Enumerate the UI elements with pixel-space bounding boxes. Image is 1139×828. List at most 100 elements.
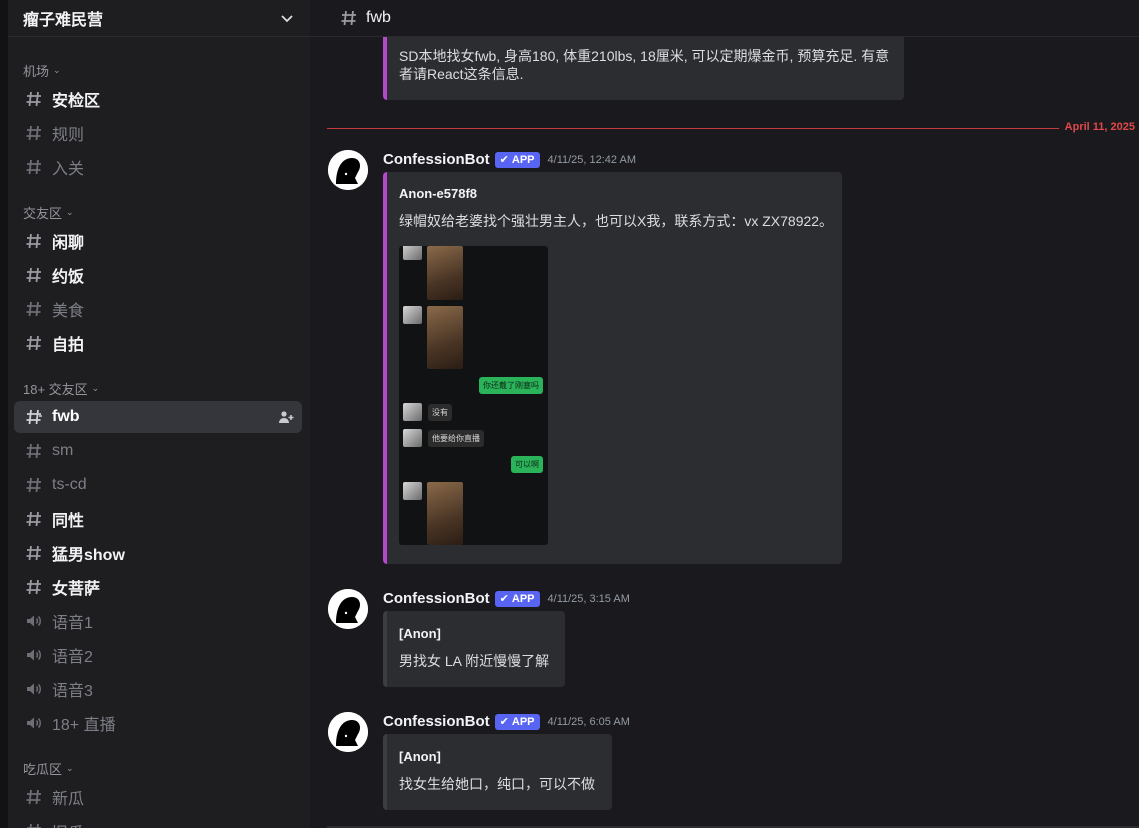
channel-fwb[interactable]: fwb — [14, 401, 302, 433]
channel-label: 美食 — [52, 303, 85, 320]
username[interactable]: ConfessionBot — [383, 590, 490, 607]
channel-label: 旧瓜 — [52, 819, 84, 828]
embed-image[interactable]: 你还戴了刚塞吗 没有 他要给你直播 可以啊 — [399, 246, 548, 545]
channel-anjian[interactable]: 安检区 — [14, 83, 302, 115]
nsfw-hash-icon — [341, 10, 356, 26]
channel-label: 规则 — [52, 127, 85, 144]
channel-header: fwb — [310, 0, 1139, 37]
channel-label: 语音1 — [52, 615, 93, 632]
channel-label: 语音3 — [52, 683, 93, 700]
chat-avatar — [403, 306, 422, 324]
date-divider-label: April 11, 2025 — [1058, 121, 1139, 133]
hash-icon — [24, 821, 44, 828]
hash-icon — [24, 333, 44, 353]
timestamp: 4/11/25, 3:15 AM — [547, 592, 630, 605]
chevron-down-icon[interactable] — [279, 10, 295, 26]
chevron-down-icon: ⌄ — [66, 762, 74, 773]
channel-chat[interactable]: 闲聊 — [14, 225, 302, 257]
message-embed: [Anon] 男找女 LA 附近慢慢了解 — [383, 611, 565, 687]
channel-voice-2[interactable]: 语音2 — [14, 639, 302, 671]
channel-bodhisattva[interactable]: 女菩萨 — [14, 571, 302, 603]
app-badge: ✔ APP — [494, 590, 540, 607]
channel-label: 约饭 — [52, 269, 85, 286]
channel-show[interactable]: 猛男show — [14, 537, 302, 569]
channel-label: 猛男show — [52, 547, 125, 564]
message-header: ConfessionBot ✔ APP 4/11/25, 3:15 AM — [383, 590, 630, 607]
chat-bubble-in: 没有 — [428, 404, 452, 421]
nsfw-hash-icon — [24, 407, 44, 427]
channel-rules[interactable]: 规则 — [14, 117, 302, 149]
category-gossip[interactable]: 吃瓜区 ⌄ — [8, 758, 74, 778]
server-header[interactable]: 瘤子难民营 — [8, 0, 310, 37]
chat-photo — [427, 482, 463, 545]
channel-selfie[interactable]: 自拍 — [14, 327, 302, 359]
category-airport[interactable]: 机场 ⌄ — [8, 60, 61, 80]
embed-text: 找女生给她口，纯口，可以不做 — [399, 776, 595, 792]
chat-avatar — [403, 482, 422, 500]
timestamp: 4/11/25, 12:42 AM — [547, 153, 636, 166]
channel-label: 自拍 — [52, 337, 85, 354]
avatar[interactable] — [328, 589, 368, 629]
chevron-down-icon: ⌄ — [53, 64, 61, 75]
embed-author: [Anon] — [399, 749, 441, 764]
channel-voice-3[interactable]: 语音3 — [14, 673, 302, 705]
server-rail — [0, 0, 8, 828]
channel-label: 新瓜 — [52, 791, 85, 808]
avatar[interactable] — [328, 712, 368, 752]
nsfw-hash-icon — [24, 475, 44, 495]
hash-icon — [24, 89, 44, 109]
nsfw-hash-icon — [24, 577, 44, 597]
chevron-down-icon: ⌄ — [66, 206, 74, 217]
chat-photo — [427, 306, 463, 369]
chat-avatar — [403, 429, 422, 447]
chat-avatar — [403, 246, 422, 260]
channel-new-gossip[interactable]: 新瓜 — [14, 781, 302, 813]
check-icon: ✔ — [499, 154, 509, 166]
chat-photo — [427, 246, 463, 300]
embed-text: SD本地找女fwb, 身高180, 体重210lbs, 18厘米, 可以定期爆金… — [399, 48, 890, 82]
check-icon: ✔ — [499, 716, 509, 728]
channel-voice-1[interactable]: 语音1 — [14, 605, 302, 637]
channel-ts-cd[interactable]: ts-cd — [14, 469, 302, 501]
hooded-figure-icon — [328, 150, 368, 190]
channel-label: sm — [52, 442, 74, 459]
nsfw-hash-icon — [24, 509, 44, 529]
hash-icon — [24, 123, 44, 143]
new-messages-divider — [327, 128, 1139, 129]
channel-old-gossip[interactable]: 旧瓜 — [14, 815, 302, 828]
add-member-icon[interactable] — [278, 409, 294, 425]
message-header: ConfessionBot ✔ APP 4/11/25, 12:42 AM — [383, 151, 636, 168]
channel-label: 语音2 — [52, 649, 93, 666]
channel-dinner[interactable]: 约饭 — [14, 259, 302, 291]
hooded-figure-icon — [328, 712, 368, 752]
avatar[interactable] — [328, 150, 368, 190]
nsfw-hash-icon — [24, 543, 44, 563]
hash-icon — [24, 265, 44, 285]
chat-bubble-out: 你还戴了刚塞吗 — [479, 377, 543, 394]
category-social[interactable]: 交友区 ⌄ — [8, 202, 74, 222]
channel-entry[interactable]: 入关 — [14, 151, 302, 183]
channel-food[interactable]: 美食 — [14, 293, 302, 325]
server-name: 瘤子难民营 — [23, 12, 104, 29]
embed-text: 男找女 LA 附近慢慢了解 — [399, 653, 550, 669]
embed-author: Anon-e578f8 — [399, 186, 478, 201]
embed-author: [Anon] — [399, 626, 441, 641]
category-18plus[interactable]: 18+ 交友区 ⌄ — [8, 378, 99, 398]
hash-icon — [24, 787, 44, 807]
channel-label: 入关 — [52, 161, 85, 178]
nsfw-hash-icon — [24, 441, 44, 461]
username[interactable]: ConfessionBot — [383, 151, 490, 168]
channel-label: 安检区 — [52, 93, 101, 110]
speaker-icon — [24, 611, 44, 631]
speaker-icon — [24, 713, 44, 733]
username[interactable]: ConfessionBot — [383, 713, 490, 730]
hash-icon — [24, 231, 44, 251]
message-embed: [Anon] 找女生给她口，纯口，可以不做 — [383, 734, 612, 810]
channel-same-sex[interactable]: 同性 — [14, 503, 302, 535]
speaker-icon — [24, 679, 44, 699]
channel-live[interactable]: 18+ 直播 — [14, 707, 302, 739]
channel-label: 18+ 直播 — [52, 717, 116, 734]
channel-label: 同性 — [52, 513, 85, 530]
channel-sm[interactable]: sm — [14, 435, 302, 467]
hash-icon — [24, 299, 44, 319]
